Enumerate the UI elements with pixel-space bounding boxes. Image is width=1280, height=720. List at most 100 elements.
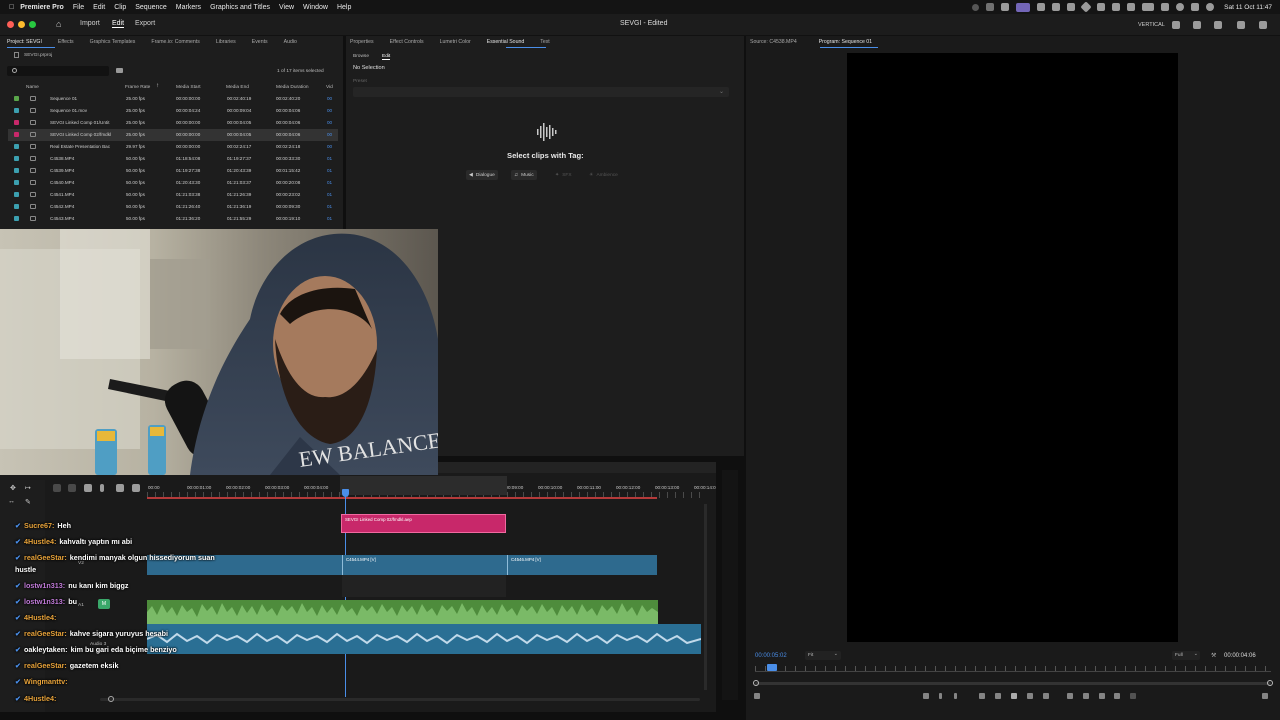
label-color-swatch[interactable]: [14, 180, 19, 185]
monitor-playhead[interactable]: [767, 664, 777, 671]
comparison-view-icon[interactable]: [1114, 693, 1120, 699]
tag-dialogue-button[interactable]: ◀ Dialogue: [466, 170, 498, 180]
v-track-toggle[interactable]: M: [98, 599, 110, 609]
tab-frameio[interactable]: Frame.io: Comments: [151, 39, 199, 45]
marker-icon[interactable]: [923, 693, 929, 699]
project-item-row[interactable]: C4543.MP4 50.00 fps 01:21:36:20 01:21:55:29…: [8, 213, 338, 225]
display-icon[interactable]: [1016, 2, 1031, 12]
tab-text[interactable]: Text: [540, 39, 550, 45]
clip-c4546[interactable]: C4546.MP4 [V]: [507, 555, 657, 575]
add-button-icon[interactable]: [1262, 693, 1268, 699]
audio-track-blue[interactable]: [147, 624, 701, 654]
audio-track-green[interactable]: [147, 600, 658, 624]
work-area-bar[interactable]: [340, 476, 507, 495]
label-color-swatch[interactable]: [14, 156, 19, 161]
tab-essential-sound[interactable]: Essential Sound: [487, 39, 525, 45]
subtab-edit[interactable]: Edit: [382, 54, 391, 60]
label-color-swatch[interactable]: [14, 144, 19, 149]
diamond-icon[interactable]: [1080, 1, 1092, 13]
feedback-icon[interactable]: [1237, 21, 1245, 29]
playhead-handle[interactable]: [342, 489, 349, 497]
export-frame-icon[interactable]: [1099, 693, 1105, 699]
wifi-icon[interactable]: [1161, 3, 1170, 11]
mark-in-icon[interactable]: [939, 693, 942, 699]
new-bin-icon[interactable]: [116, 68, 123, 73]
pen-tool-icon[interactable]: ✎: [25, 498, 31, 506]
project-item-row[interactable]: SEVGI Linked Comp 02/fmdkl 25.00 fps 00:00…: [8, 129, 338, 141]
in-out-range-bar[interactable]: [147, 497, 657, 499]
scroll-handle-left[interactable]: [753, 680, 759, 686]
export-tab[interactable]: Export: [135, 20, 155, 27]
col-media-start[interactable]: Media Start: [176, 85, 201, 90]
app-menu[interactable]: Premiere Pro: [20, 4, 64, 11]
menu-clip[interactable]: Clip: [114, 4, 126, 11]
ripple-tool-icon[interactable]: ↔: [8, 498, 15, 505]
linked-selection-icon[interactable]: [84, 484, 92, 492]
tab-project[interactable]: Project: SEVGI: [7, 39, 42, 45]
label-color-swatch[interactable]: [14, 168, 19, 173]
selection-tool-icon[interactable]: ✥: [10, 484, 16, 492]
program-video-frame[interactable]: [847, 53, 1178, 642]
lift-icon[interactable]: [1067, 693, 1073, 699]
col-vid[interactable]: Vid: [326, 85, 333, 90]
h-scroll-handle[interactable]: [108, 696, 114, 702]
project-item-row[interactable]: C4540.MP4 50.00 fps 01:20:43:30 01:21:03:37…: [8, 177, 338, 189]
stop-icon[interactable]: [1011, 693, 1017, 699]
tab-properties[interactable]: Properties: [350, 39, 374, 45]
wrench-icon[interactable]: ⚒: [1211, 652, 1216, 659]
adobe-icon[interactable]: [1067, 3, 1076, 11]
clip-c4544[interactable]: C4544.MP4 [V]: [342, 555, 506, 575]
fit-dropdown[interactable]: Fit ⌄: [805, 651, 841, 660]
tv-icon[interactable]: [1037, 3, 1046, 11]
home-icon[interactable]: ⌂: [56, 19, 61, 29]
clip-linked-comp[interactable]: SEVGI Linked Comp 02/fmdkl.aep: [341, 514, 506, 533]
tab-libraries[interactable]: Libraries: [216, 39, 236, 45]
tag-ambience-button[interactable]: ☀ Ambience: [586, 170, 621, 180]
quality-dropdown[interactable]: Full ⌄: [1172, 651, 1200, 660]
col-name[interactable]: Name: [26, 85, 39, 90]
step-back-icon[interactable]: [995, 693, 1001, 699]
col-frame-rate[interactable]: Frame Rate: [125, 85, 150, 90]
spotlight-icon[interactable]: [1176, 3, 1185, 11]
record-icon[interactable]: [972, 3, 980, 11]
menu-markers[interactable]: Markers: [176, 4, 201, 11]
project-item-row[interactable]: C4538.MP4 50.00 fps 01:18:54:08 01:19:27:37…: [8, 153, 338, 165]
label-color-swatch[interactable]: [14, 120, 19, 125]
captions-icon[interactable]: [132, 484, 140, 492]
label-color-swatch[interactable]: [14, 108, 19, 113]
maximize-icon[interactable]: [1172, 21, 1180, 29]
go-to-out-icon[interactable]: [1043, 693, 1049, 699]
tab-effect-controls[interactable]: Effect Controls: [390, 39, 424, 45]
menu-graphics[interactable]: Graphics and Titles: [210, 4, 270, 11]
settings-icon[interactable]: [754, 693, 760, 699]
edit-tab[interactable]: Edit: [112, 20, 125, 28]
menu-file[interactable]: File: [73, 4, 84, 11]
step-forward-icon[interactable]: [1027, 693, 1033, 699]
project-item-row[interactable]: C4539.MP4 50.00 fps 01:19:27:38 01:20:43:39…: [8, 165, 338, 177]
close-window-button[interactable]: [7, 21, 14, 28]
project-item-row[interactable]: SEVGI Linked Comp 01/Untit 25.00 fps 00:00…: [8, 117, 338, 129]
tag-music-button[interactable]: ♫ Music: [511, 170, 537, 180]
track-select-tool-icon[interactable]: ↦: [25, 484, 31, 492]
tab-lumetri-color[interactable]: Lumetri Color: [440, 39, 471, 45]
zoom-scrollbar[interactable]: [755, 682, 1271, 685]
import-tab[interactable]: Import: [80, 20, 100, 27]
screen-share-icon[interactable]: [986, 3, 995, 11]
search-input[interactable]: [7, 66, 109, 76]
tab-graphics-templates[interactable]: Graphics Templates: [90, 39, 136, 45]
bluetooth-icon[interactable]: [1127, 3, 1136, 11]
menu-help[interactable]: Help: [337, 4, 351, 11]
snap-icon[interactable]: [53, 484, 61, 492]
siri-icon[interactable]: [1206, 3, 1215, 11]
col-media-duration[interactable]: Media Duration: [276, 85, 309, 90]
label-color-swatch[interactable]: [14, 216, 19, 221]
apple-icon[interactable]: : [9, 4, 14, 11]
menu-view[interactable]: View: [279, 4, 294, 11]
minimize-window-button[interactable]: [18, 21, 25, 28]
project-item-row[interactable]: Real Estate Presentation Bac 29.97 fps 00:…: [8, 141, 338, 153]
subtab-browse[interactable]: Browse: [353, 54, 369, 59]
share-icon[interactable]: [1193, 21, 1201, 29]
project-item-row[interactable]: C4542.MP4 50.00 fps 01:21:26:40 01:21:36:19…: [8, 201, 338, 213]
menu-window[interactable]: Window: [303, 4, 328, 11]
cast-icon[interactable]: [1001, 3, 1010, 11]
